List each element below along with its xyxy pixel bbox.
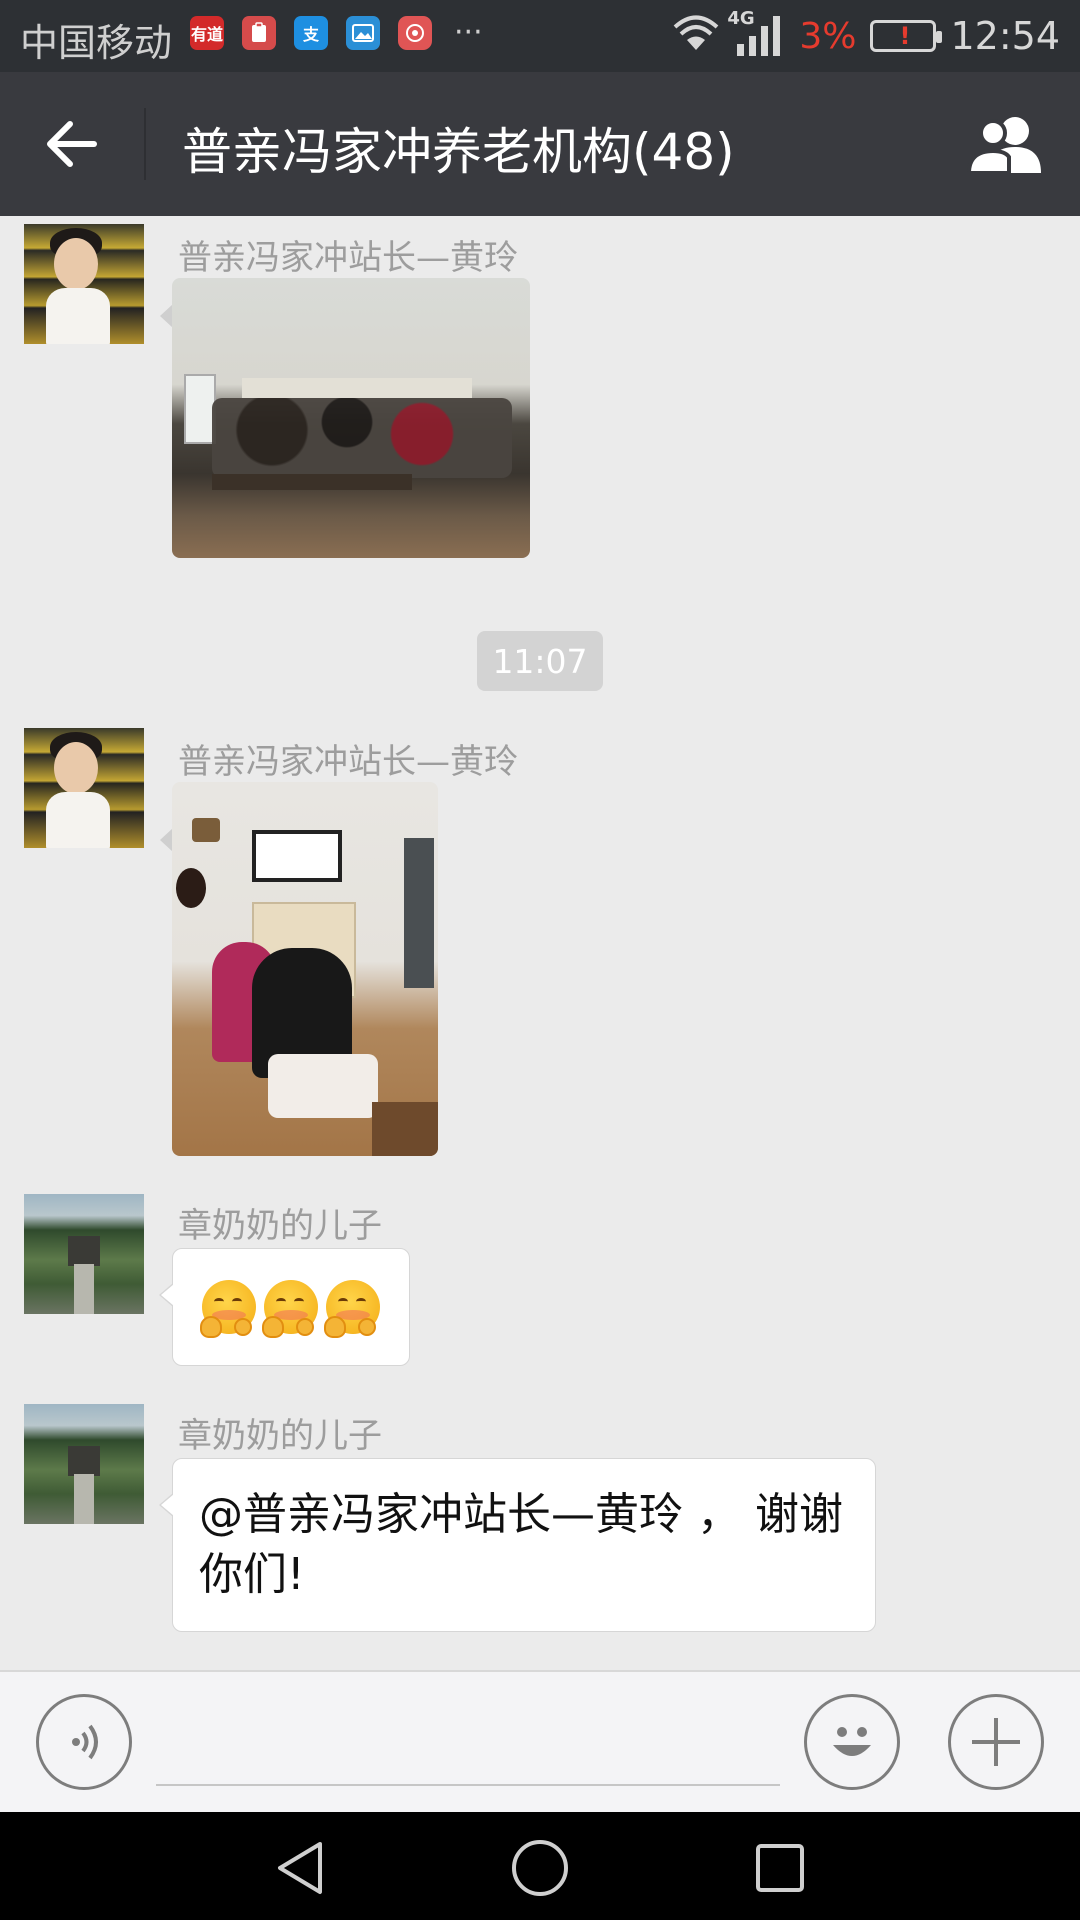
recorder-icon	[398, 16, 432, 50]
back-button[interactable]	[30, 108, 114, 180]
recent-square-icon	[756, 1844, 804, 1892]
network-type: 4G	[727, 8, 755, 29]
page-title: 普亲冯家冲养老机构(48)	[182, 123, 735, 181]
nav-back-button[interactable]	[240, 1832, 360, 1904]
room-photo[interactable]	[172, 782, 438, 1156]
status-bar: 中国移动 有道 支 ··· 4G 3% ! 12:54	[0, 0, 1080, 72]
text-message[interactable]: @普亲冯家冲站长—黄玲 ， 谢谢你们!	[159, 1458, 876, 1632]
blush-hug-emoji	[262, 1280, 318, 1338]
system-nav-bar	[0, 1812, 1080, 1920]
voice-icon	[72, 1724, 98, 1760]
header-divider	[144, 108, 146, 180]
nav-recent-button[interactable]	[720, 1832, 840, 1904]
sender-name: 普亲冯家冲站长—黄玲	[178, 742, 518, 782]
status-right: 4G 3% ! 12:54	[673, 8, 1060, 64]
garden-avatar[interactable]	[24, 1194, 144, 1314]
youdao-icon: 有道	[190, 16, 224, 50]
more-notifications: ···	[454, 15, 483, 50]
emoji-button[interactable]	[804, 1694, 900, 1790]
input-bar	[0, 1670, 1080, 1812]
girl-avatar[interactable]	[24, 728, 144, 848]
blush-hug-emoji	[200, 1280, 256, 1338]
sender-name: 章奶奶的儿子	[178, 1416, 382, 1456]
battery-percent: 3%	[799, 15, 857, 57]
more-button[interactable]	[948, 1694, 1044, 1790]
plus-icon	[972, 1718, 1020, 1766]
blush-hug-emoji	[324, 1280, 380, 1338]
emoji-message[interactable]	[159, 1248, 410, 1366]
voice-button[interactable]	[36, 1694, 132, 1790]
nav-home-button[interactable]	[480, 1832, 600, 1904]
clock: 12:54	[950, 14, 1060, 58]
group-photo[interactable]	[172, 278, 530, 558]
group-members-icon	[966, 117, 1041, 175]
notification-icons: 有道 支 ···	[190, 16, 483, 50]
home-circle-icon	[512, 1840, 568, 1896]
timestamp: 11:07	[477, 631, 603, 691]
girl-avatar[interactable]	[24, 224, 144, 344]
group-members-button[interactable]	[962, 108, 1052, 180]
clipboard-icon	[242, 16, 276, 50]
carrier-name: 中国移动	[20, 21, 173, 65]
chat-header: 普亲冯家冲养老机构(48)	[0, 72, 1080, 216]
gallery-icon	[346, 16, 380, 50]
message-input[interactable]	[156, 1710, 780, 1786]
chat-messages[interactable]: 普亲冯家冲站长—黄玲 11:07 普亲冯家冲站长—黄玲 章奶奶的儿子 章奶奶的儿…	[0, 216, 1080, 1670]
back-triangle-icon	[278, 1842, 322, 1894]
sender-name: 章奶奶的儿子	[178, 1206, 382, 1246]
wifi-icon	[673, 14, 719, 58]
sender-name: 普亲冯家冲站长—黄玲	[178, 238, 518, 278]
signal-icon: 4G	[727, 8, 785, 60]
battery-icon: !	[870, 20, 943, 52]
alipay-icon: 支	[294, 16, 328, 50]
emoji-icon	[833, 1727, 871, 1756]
arrow-left-icon	[47, 121, 97, 167]
garden-avatar[interactable]	[24, 1404, 144, 1524]
